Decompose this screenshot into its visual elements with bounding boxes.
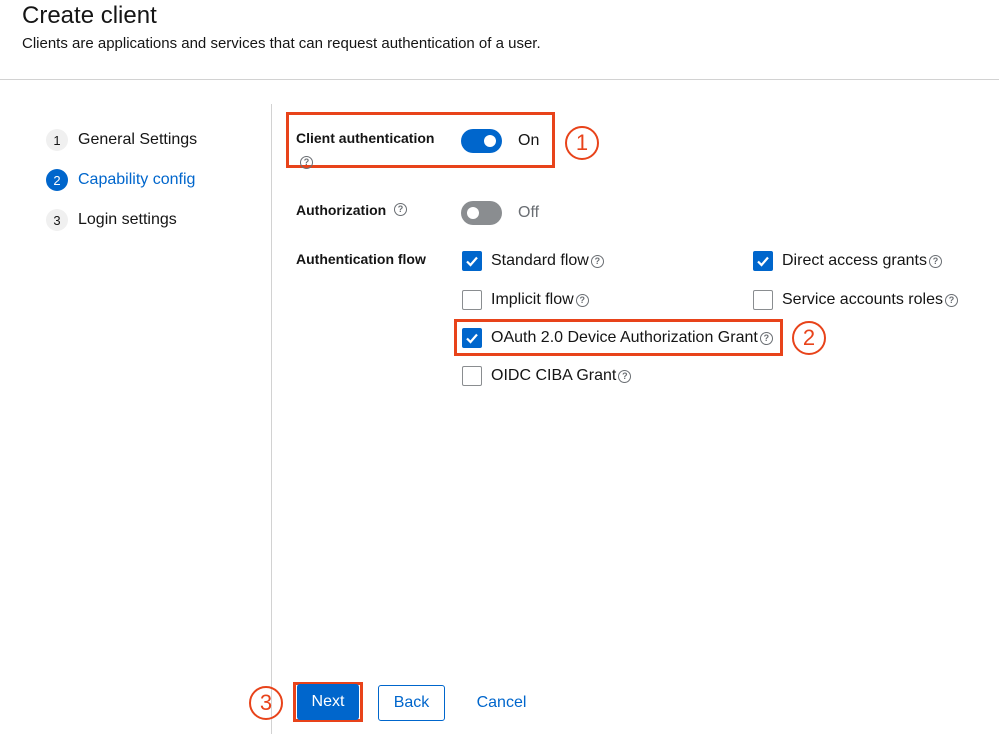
checkbox-box[interactable] [753,290,773,310]
authentication-flow-label: Authentication flow [296,251,426,267]
help-icon[interactable]: ? [618,369,632,383]
checkbox-label: Direct access grants [782,252,927,269]
checkbox-label: Service accounts roles [782,291,943,308]
checkmark-icon [466,256,478,267]
checkbox-label: OIDC CIBA Grant [491,367,617,384]
checkbox-label: OAuth 2.0 Device Authorization Grant [491,329,758,346]
back-button[interactable]: Back [378,685,445,721]
help-icon[interactable]: ? [944,293,958,307]
client-authentication-switch[interactable] [461,129,502,153]
annotation-number-three: 3 [249,686,283,720]
page-header: Create client Clients are applications a… [0,0,999,80]
step-label: General Settings [78,131,198,148]
switch-knob [484,135,496,147]
checkbox-box[interactable] [462,290,482,310]
checkbox-direct-access-grants[interactable]: Direct access grants ? [753,250,942,272]
help-icon[interactable]: ? [394,203,407,216]
wizard-step-capability-config[interactable]: 2 Capability config [46,168,195,192]
help-icon[interactable]: ? [759,331,773,345]
checkbox-box[interactable] [462,328,482,348]
step-number: 1 [46,129,68,151]
checkbox-oauth-device-authorization-grant[interactable]: OAuth 2.0 Device Authorization Grant ? [462,327,773,349]
checkmark-icon [757,256,769,267]
help-icon[interactable]: ? [575,293,589,307]
checkbox-label: Implicit flow [491,291,574,308]
checkbox-implicit-flow[interactable]: Implicit flow ? [462,289,589,311]
help-icon[interactable]: ? [300,156,313,169]
step-number: 3 [46,209,68,231]
checkbox-box[interactable] [753,251,773,271]
cancel-button[interactable]: Cancel [464,685,539,721]
page-title: Create client [22,2,157,29]
authorization-state: Off [518,204,540,221]
switch-knob [467,207,479,219]
step-number: 2 [46,169,68,191]
authorization-label: Authorization [296,202,387,218]
page-description: Clients are applications and services th… [22,35,541,52]
help-icon[interactable]: ? [928,254,942,268]
authorization-switch[interactable] [461,201,502,225]
checkbox-oidc-ciba-grant[interactable]: OIDC CIBA Grant ? [462,365,632,387]
wizard-step-general-settings[interactable]: 1 General Settings [46,128,197,152]
client-authentication-state: On [518,132,540,149]
checkbox-box[interactable] [462,251,482,271]
step-label: Login settings [78,211,177,228]
help-icon[interactable]: ? [590,254,604,268]
next-button[interactable]: Next [297,684,359,720]
client-authentication-label: Client authentication [296,130,435,146]
checkbox-box[interactable] [462,366,482,386]
checkbox-service-accounts-roles[interactable]: Service accounts roles ? [753,289,958,311]
wizard-nav: 1 General Settings 2 Capability config 3… [0,104,272,734]
annotation-number-one: 1 [565,126,599,160]
annotation-number-two: 2 [792,321,826,355]
checkmark-icon [466,333,478,344]
checkbox-label: Standard flow [491,252,589,269]
wizard-step-login-settings[interactable]: 3 Login settings [46,208,177,232]
checkbox-standard-flow[interactable]: Standard flow ? [462,250,604,272]
step-label: Capability config [78,171,196,188]
